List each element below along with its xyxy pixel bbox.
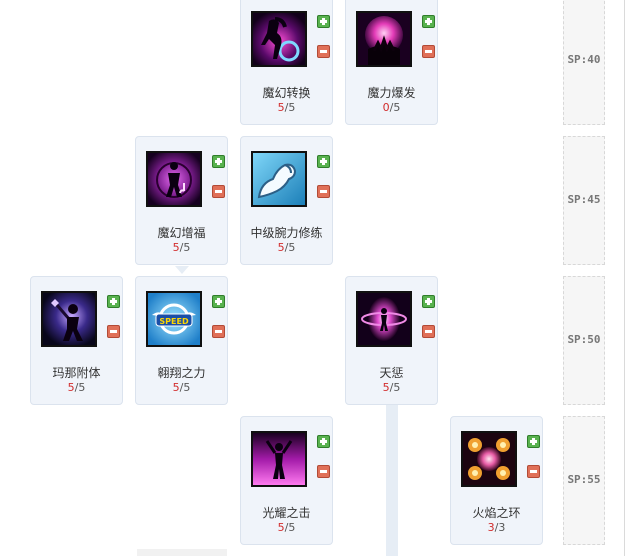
add-point-button[interactable] (212, 295, 225, 308)
skill-level-max: 5 (288, 521, 296, 534)
add-point-button[interactable] (527, 435, 540, 448)
remove-point-button[interactable] (212, 185, 225, 198)
skill-card-magic-blessing: 魔幻增福 5/5 (135, 136, 228, 265)
heavenly-punish-icon[interactable] (356, 291, 412, 347)
radiant-strike-icon[interactable] (251, 431, 307, 487)
skill-name: 火焰之环 (472, 506, 521, 520)
speed-icon-text: SPEED (159, 317, 189, 326)
sp-tier-45: SP:45 (563, 136, 605, 265)
skill-level-current: 5 (172, 241, 180, 254)
skill-name: 中级腕力修练 (250, 226, 323, 240)
remove-point-button[interactable] (422, 325, 435, 338)
mana-enchant-icon[interactable] (41, 291, 97, 347)
remove-point-button[interactable] (107, 325, 120, 338)
skill-level: 3/3 (451, 521, 542, 534)
skill-level-current: 5 (382, 381, 390, 394)
skill-name: 魔力爆发 (367, 86, 416, 100)
remove-point-button[interactable] (317, 45, 330, 58)
skill-card-radiant-strike: 光耀之击 5/5 (240, 416, 333, 545)
magic-conversion-icon[interactable] (251, 11, 307, 67)
sp-label: SP:45 (567, 193, 601, 206)
add-point-button[interactable] (317, 435, 330, 448)
skill-level-max: 5 (393, 381, 401, 394)
skill-level-current: 0 (382, 101, 390, 114)
skill-card-flame-ring: 火焰之环 3/3 (450, 416, 543, 545)
prerequisite-connector (386, 405, 398, 556)
sp-tier-55: SP:55 (563, 416, 605, 545)
add-point-button[interactable] (422, 295, 435, 308)
skill-card-soaring-power: SPEED 翱翔之力 5/5 (135, 276, 228, 405)
skill-level-current: 5 (67, 381, 75, 394)
magic-blessing-icon[interactable] (146, 151, 202, 207)
prerequisite-arrow (175, 266, 189, 274)
add-point-button[interactable] (317, 155, 330, 168)
skill-name: 翱翔之力 (157, 366, 206, 380)
skill-name: 光耀之击 (262, 506, 311, 520)
skill-card-magic-burst: 魔力爆发 0/5 (345, 0, 438, 125)
skill-card-mana-enchant: 玛那附体 5/5 (30, 276, 123, 405)
add-point-button[interactable] (107, 295, 120, 308)
bottom-strip (137, 549, 227, 556)
skill-level-max: 5 (393, 101, 401, 114)
skill-name: 天惩 (379, 366, 404, 380)
skill-level: 5/5 (31, 381, 122, 394)
remove-point-button[interactable] (317, 185, 330, 198)
skill-level: 5/5 (346, 381, 437, 394)
skill-level-current: 5 (172, 381, 180, 394)
skill-tree: SP:40 SP:45 SP:50 SP:55 魔幻转换 5/5 魔力爆发 0/… (0, 0, 625, 556)
skill-level: 5/5 (241, 521, 332, 534)
skill-level-max: 5 (183, 241, 191, 254)
skill-level-max: 5 (288, 101, 296, 114)
add-point-button[interactable] (317, 15, 330, 28)
add-point-button[interactable] (422, 15, 435, 28)
remove-point-button[interactable] (527, 465, 540, 478)
sp-label: SP:55 (567, 473, 601, 486)
skill-card-magic-conversion: 魔幻转换 5/5 (240, 0, 333, 125)
skill-name: 魔幻增福 (157, 226, 206, 240)
skill-card-heavenly-punish: 天惩 5/5 (345, 276, 438, 405)
skill-name: 玛那附体 (52, 366, 101, 380)
skill-level: 5/5 (136, 381, 227, 394)
magic-burst-icon[interactable] (356, 11, 412, 67)
add-point-button[interactable] (212, 155, 225, 168)
flame-ring-icon[interactable] (461, 431, 517, 487)
speed-wings-icon[interactable]: SPEED (146, 291, 202, 347)
sp-label: SP:40 (567, 53, 601, 66)
skill-level-current: 5 (277, 241, 285, 254)
sp-label: SP:50 (567, 333, 601, 346)
skill-level: 5/5 (241, 241, 332, 254)
skill-level: 5/5 (241, 101, 332, 114)
remove-point-button[interactable] (317, 465, 330, 478)
sp-tier-40: SP:40 (563, 0, 605, 125)
skill-level: 5/5 (136, 241, 227, 254)
skill-level-max: 5 (288, 241, 296, 254)
skill-card-mid-arm-training: 中级腕力修练 5/5 (240, 136, 333, 265)
skill-level-max: 5 (78, 381, 86, 394)
skill-level-max: 5 (183, 381, 191, 394)
skill-level-current: 5 (277, 101, 285, 114)
skill-level-max: 3 (498, 521, 506, 534)
skill-level: 0/5 (346, 101, 437, 114)
skill-name: 魔幻转换 (262, 86, 311, 100)
skill-level-current: 5 (277, 521, 285, 534)
arm-training-icon[interactable] (251, 151, 307, 207)
remove-point-button[interactable] (212, 325, 225, 338)
remove-point-button[interactable] (422, 45, 435, 58)
skill-level-current: 3 (487, 521, 495, 534)
sp-tier-50: SP:50 (563, 276, 605, 405)
